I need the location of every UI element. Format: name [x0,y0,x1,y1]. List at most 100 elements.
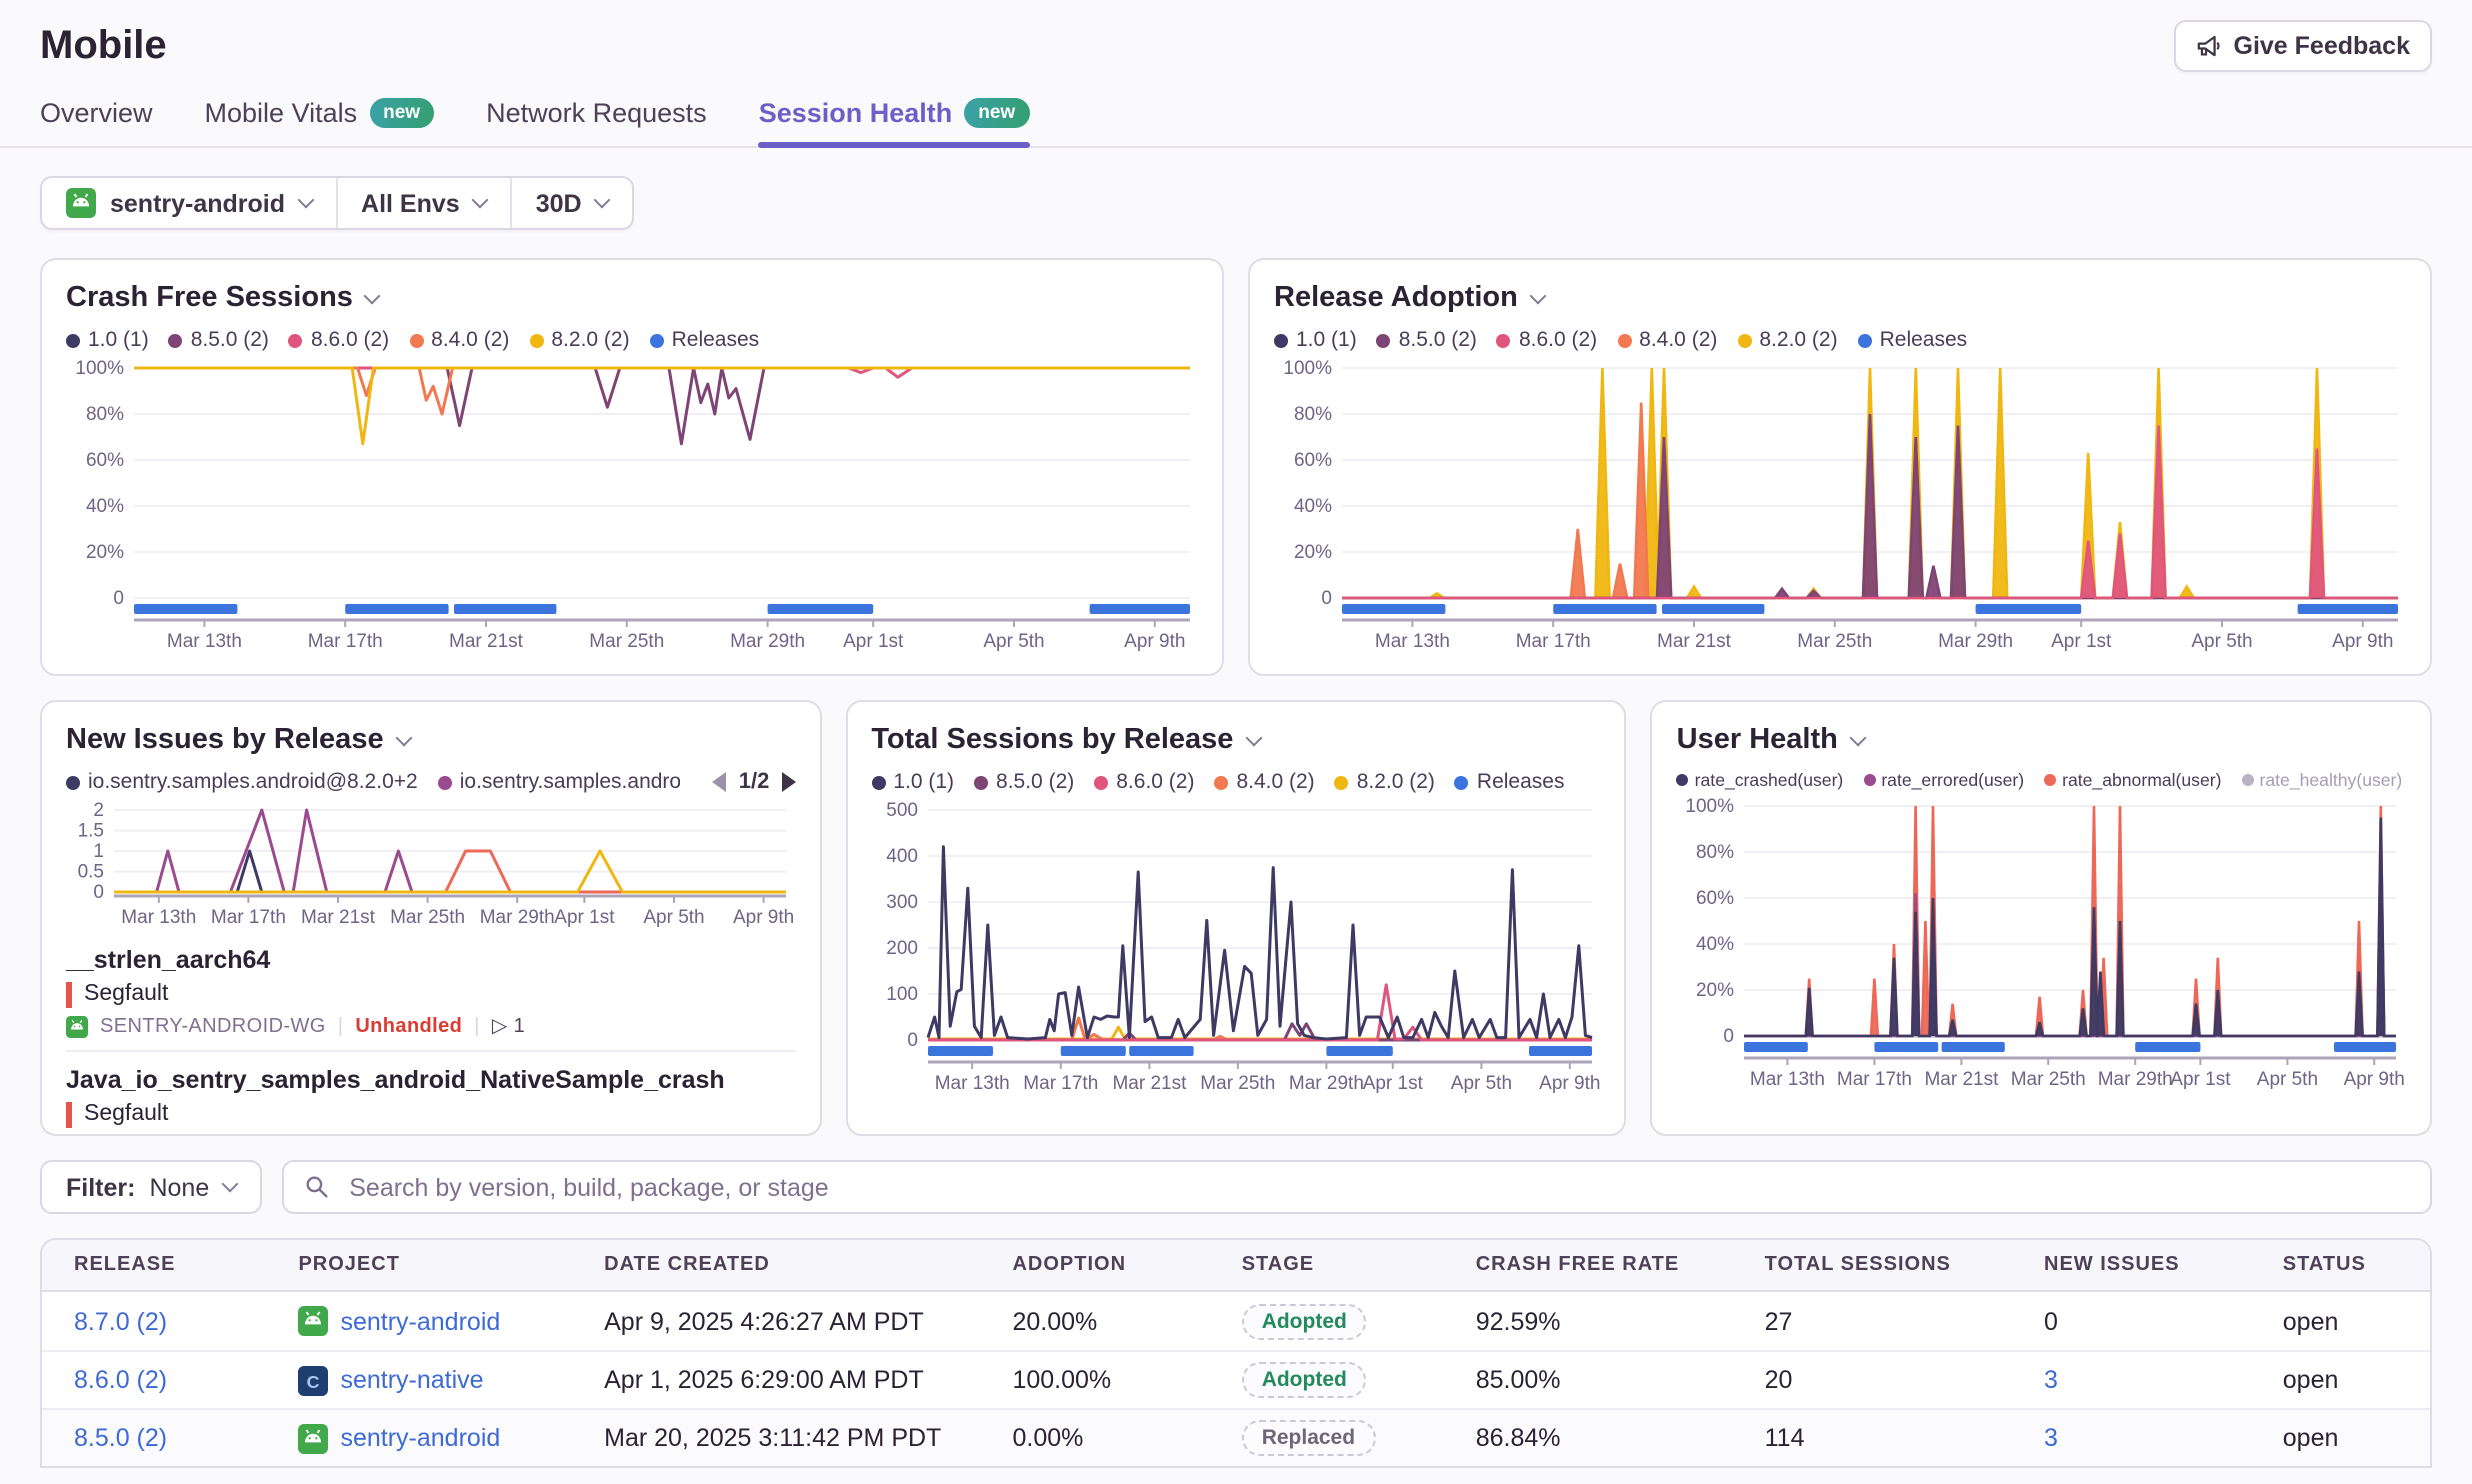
total-sessions-title[interactable]: Total Sessions by Release [871,724,1600,756]
legend-dot-icon [1377,333,1391,347]
svg-text:20%: 20% [86,542,124,563]
tab-mobile-vitals[interactable]: Mobile Vitalsnew [205,98,435,146]
user-health-title[interactable]: User Health [1677,724,2406,756]
release-adoption-title[interactable]: Release Adoption [1274,282,2406,314]
legend-item[interactable]: Releases [1455,770,1565,794]
user-health-chart[interactable]: 020%40%60%80%100%Mar 13thMar 17thMar 21s… [1677,796,2405,1100]
column-header-project[interactable]: PROJECT [266,1254,572,1276]
legend-item[interactable]: 8.4.0 (2) [1617,328,1717,352]
tab-overview[interactable]: Overview [40,98,153,146]
legend-item[interactable]: rate_errored(user) [1863,770,2024,790]
svg-text:20%: 20% [1294,542,1332,563]
svg-text:0: 0 [113,588,124,609]
releases-table: RELEASEPROJECTDATE CREATEDADOPTIONSTAGEC… [40,1238,2432,1468]
issue-title[interactable]: __strlen_aarch64 [66,946,795,976]
date-created: Mar 20, 2025 3:11:42 PM PDT [572,1424,980,1452]
project-link[interactable]: sentry-native [340,1366,483,1394]
svg-text:Mar 17th: Mar 17th [211,907,286,928]
column-header-adoption[interactable]: ADOPTION [980,1254,1209,1276]
new-issues-link[interactable]: 3 [2044,1424,2058,1452]
release-link[interactable]: 8.7.0 (2) [74,1307,167,1335]
legend-dot-icon [1677,774,1689,786]
adoption-value: 20.00% [980,1307,1209,1335]
release-adoption-chart[interactable]: 020%40%60%80%100%Mar 13thMar 17thMar 21s… [1274,358,2406,662]
page-prev-icon[interactable] [713,772,727,792]
column-header-date-created[interactable]: DATE CREATED [572,1254,980,1276]
svg-text:Mar 25th: Mar 25th [2011,1069,2086,1090]
new-issues-chart[interactable]: 00.511.52Mar 13thMar 17thMar 21stMar 25t… [66,800,794,932]
column-header-crash-free-rate[interactable]: CRASH FREE RATE [1444,1254,1733,1276]
release-link[interactable]: 8.6.0 (2) [74,1366,167,1394]
release-search [281,1160,2432,1214]
legend-item[interactable]: 1.0 (1) [1274,328,1357,352]
svg-text:Apr 1st: Apr 1st [554,907,615,928]
issue-title[interactable]: Java_io_sentry_samples_android_NativeSam… [66,1066,795,1096]
legend-item[interactable]: 8.4.0 (2) [409,328,509,352]
page-next-icon[interactable] [781,772,795,792]
legend-item[interactable]: io.sentry.samples.android@8.4.0+2 [438,770,681,794]
legend-item[interactable]: 1.0 (1) [66,328,149,352]
svg-text:20%: 20% [1697,980,1735,1001]
svg-text:C: C [307,1371,320,1391]
project-select[interactable]: sentry-android [42,178,335,228]
crash-free-sessions-legend: 1.0 (1) 8.5.0 (2) 8.6.0 (2) 8.4.0 (2) 8.2.0 … [66,328,1198,352]
tab-session-health[interactable]: Session Healthnew [759,98,1030,146]
legend-item[interactable]: 8.2.0 (2) [1737,328,1837,352]
legend-item[interactable]: 1.0 (1) [871,770,954,794]
environment-select-value: All Envs [361,189,460,217]
filter-dropdown[interactable]: Filter: None [40,1160,261,1214]
legend-item[interactable]: rate_healthy(user) [2242,770,2403,790]
legend-item[interactable]: 8.6.0 (2) [1497,328,1597,352]
release-search-input[interactable] [345,1171,2410,1203]
environment-select[interactable]: All Envs [335,178,510,228]
date-range-select[interactable]: 30D [510,178,632,228]
page-header: Mobile Give Feedback [0,0,2472,70]
legend-item[interactable]: Releases [1858,328,1968,352]
table-row: 8.7.0 (2)sentry-androidApr 9, 2025 4:26:… [42,1292,2430,1350]
svg-text:Mar 13th: Mar 13th [121,907,196,928]
column-header-stage[interactable]: STAGE [1210,1254,1444,1276]
legend-item[interactable]: 8.5.0 (2) [169,328,269,352]
legend-item[interactable]: 8.5.0 (2) [1377,328,1477,352]
new-badge: new [964,98,1029,128]
chevron-down-icon [364,287,381,304]
legend-item[interactable]: 8.4.0 (2) [1214,770,1314,794]
project-link[interactable]: sentry-android [340,1424,500,1452]
issue-event-count: ▷ 1 [492,1016,525,1038]
tab-network-requests[interactable]: Network Requests [486,98,707,146]
legend-item[interactable]: rate_crashed(user) [1677,770,1844,790]
svg-text:Mar 13th: Mar 13th [1375,631,1450,652]
column-header-new-issues[interactable]: NEW ISSUES [2012,1254,2251,1276]
svg-text:Apr 9th: Apr 9th [2332,631,2393,652]
legend-item[interactable]: 8.6.0 (2) [289,328,389,352]
give-feedback-button[interactable]: Give Feedback [2174,20,2433,72]
total-sessions-chart[interactable]: 0100200300400500Mar 13thMar 17thMar 21st… [871,800,1599,1104]
svg-text:Mar 29th: Mar 29th [1938,631,2013,652]
svg-text:Apr 9th: Apr 9th [733,907,794,928]
project-link[interactable]: sentry-android [340,1307,500,1335]
release-link[interactable]: 8.5.0 (2) [74,1424,167,1452]
filter-label: Filter: [66,1173,135,1201]
new-issues-link[interactable]: 3 [2044,1366,2058,1394]
new-issues-title[interactable]: New Issues by Release [66,724,795,756]
crash-free-sessions-title[interactable]: Crash Free Sessions [66,282,1198,314]
legend-item[interactable]: 8.2.0 (2) [1335,770,1435,794]
legend-dot-icon [2044,774,2056,786]
legend-item[interactable]: 8.5.0 (2) [974,770,1074,794]
legend-item[interactable]: 8.6.0 (2) [1094,770,1194,794]
legend-item[interactable]: rate_abnormal(user) [2044,770,2221,790]
column-header-status[interactable]: STATUS [2251,1254,2430,1276]
legend-dot-icon [529,333,543,347]
column-header-release[interactable]: RELEASE [42,1254,266,1276]
legend-item[interactable]: Releases [650,328,760,352]
legend-item[interactable]: 8.2.0 (2) [529,328,629,352]
column-header-total-sessions[interactable]: TOTAL SESSIONS [1733,1254,2012,1276]
svg-text:0: 0 [1724,1026,1735,1047]
crash-free-sessions-chart[interactable]: 020%40%60%80%100%Mar 13thMar 17thMar 21s… [66,358,1198,662]
new-issues-count: 0 [2044,1307,2058,1335]
user-health-panel: User Health rate_crashed(user) rate_error… [1651,700,2432,1136]
svg-text:Mar 13th: Mar 13th [934,1073,1009,1094]
legend-item[interactable]: io.sentry.samples.android@8.2.0+2 [66,770,418,794]
svg-text:Apr 1st: Apr 1st [843,631,904,652]
page-indicator: 1/2 [739,770,770,794]
